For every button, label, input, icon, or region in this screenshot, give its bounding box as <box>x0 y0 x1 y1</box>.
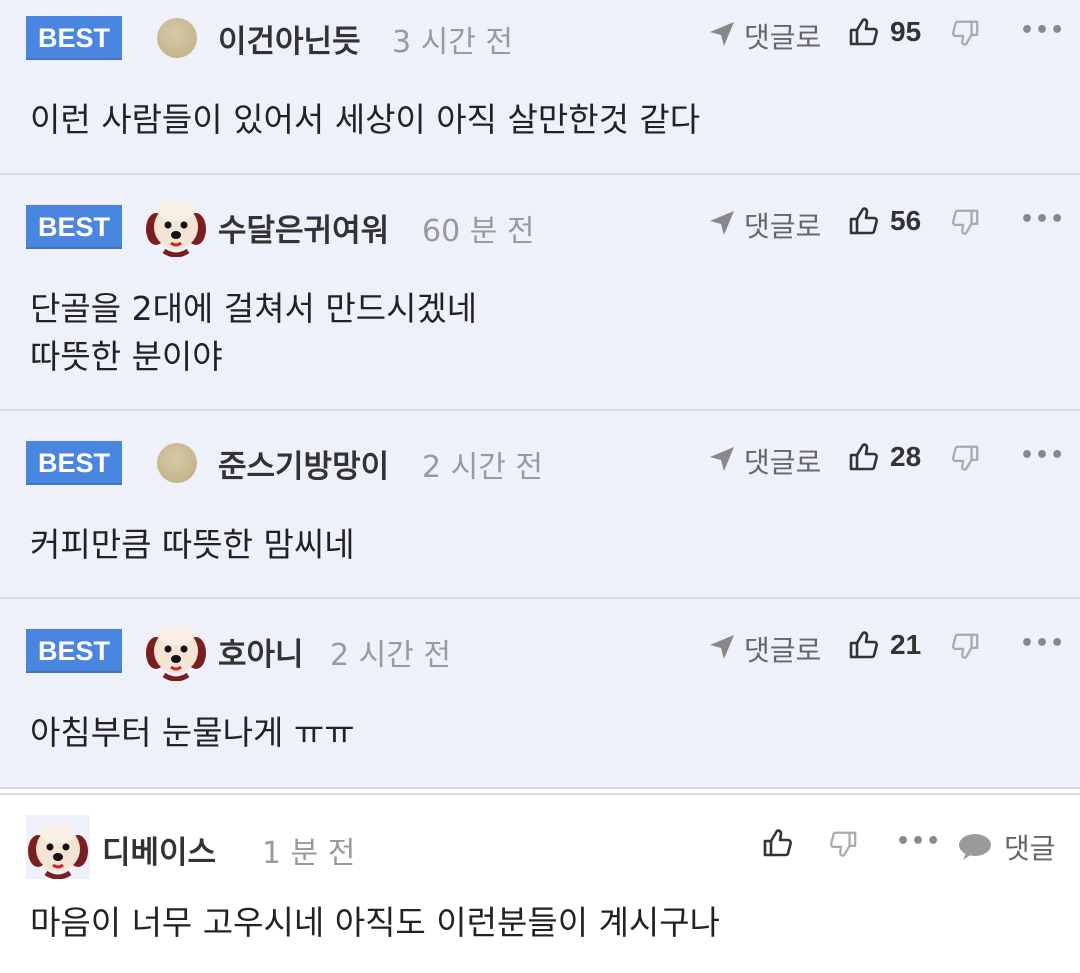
comment-text: 이런 사람들이 있어서 세상이 아직 살만한것 같다 <box>30 96 700 144</box>
arrow-reply-icon <box>708 445 736 473</box>
more-dots-icon[interactable]: ••• <box>1020 207 1065 232</box>
reply-label: 댓글로 <box>744 21 822 54</box>
dislike-button[interactable] <box>950 443 980 477</box>
reply-label: 댓글로 <box>744 210 822 243</box>
thumbs-up-icon <box>848 16 880 48</box>
comment-time: 3 시간 전 <box>392 25 513 60</box>
like-count: 21 <box>890 629 922 660</box>
comment-text: 아침부터 눈물나게 ㅠㅠ <box>30 709 355 757</box>
thumbs-up-icon <box>848 205 880 237</box>
more-dots-icon[interactable]: ••• <box>1020 443 1065 468</box>
best-comment: BEST 수달은귀여워 60 분 전 댓글로 56 ••• 단골을 2대에 걸쳐… <box>0 175 1080 411</box>
thumbs-down-icon <box>950 18 980 48</box>
avatar[interactable] <box>157 18 197 58</box>
avatar[interactable] <box>157 443 197 483</box>
like-count: 95 <box>890 16 922 47</box>
speech-bubble-icon <box>959 834 991 860</box>
thumbs-up-icon <box>848 441 880 473</box>
thumbs-down-icon <box>950 631 980 661</box>
comment-time: 60 분 전 <box>422 214 535 249</box>
reply-label: 댓글 <box>1004 832 1056 865</box>
dislike-button[interactable] <box>828 829 858 863</box>
dislike-button[interactable] <box>950 18 980 52</box>
comment-line: 커피만큼 따뜻한 맘씨네 <box>30 525 355 564</box>
thumbs-up-icon <box>762 827 794 859</box>
nickname[interactable]: 호아니 <box>218 629 304 674</box>
best-comment: BEST 이건아닌듯 3 시간 전 댓글로 95 ••• 이런 사람들이 있어서… <box>0 0 1080 175</box>
thumbs-down-icon <box>950 443 980 473</box>
best-comment: BEST 호아니 2 시간 전 댓글로 21 ••• 아침부터 눈물나게 ㅠㅠ <box>0 599 1080 789</box>
nickname[interactable]: 수달은귀여워 <box>218 205 389 250</box>
comment-text: 커피만큼 따뜻한 맘씨네 <box>30 521 355 569</box>
comment-line: 따뜻한 분이야 <box>30 337 223 376</box>
comment-text: 마음이 너무 고우시네 아직도 이런분들이 계시구나 <box>30 903 721 942</box>
avatar[interactable] <box>144 617 208 681</box>
avatar[interactable] <box>144 193 208 257</box>
best-badge: BEST <box>26 441 122 485</box>
comment-time: 2 시간 전 <box>422 450 543 485</box>
comment-line: 이런 사람들이 있어서 세상이 아직 살만한것 같다 <box>30 100 701 139</box>
nickname[interactable]: 준스기방망이 <box>218 441 389 486</box>
best-badge: BEST <box>26 205 122 249</box>
dislike-button[interactable] <box>950 207 980 241</box>
reply-label: 댓글로 <box>744 446 822 479</box>
thumbs-down-icon <box>828 829 858 859</box>
more-dots-icon[interactable]: ••• <box>1020 631 1065 656</box>
comment-text: 단골을 2대에 걸쳐서 만드시겠네 따뜻한 분이야 <box>30 285 477 381</box>
like-count: 56 <box>890 205 922 236</box>
arrow-reply-icon <box>708 209 736 237</box>
more-dots-icon[interactable]: ••• <box>1020 18 1065 43</box>
comment-line: 단골을 2대에 걸쳐서 만드시겠네 <box>30 289 478 328</box>
dislike-button[interactable] <box>950 631 980 665</box>
comment-time: 2 시간 전 <box>330 638 451 673</box>
like-button[interactable] <box>762 827 794 863</box>
like-count: 28 <box>890 441 922 472</box>
thumbs-up-icon <box>848 629 880 661</box>
comment-time: 1 분 전 <box>262 836 356 871</box>
comment-line: 아침부터 눈물나게 ㅠㅠ <box>30 713 355 752</box>
more-dots-icon[interactable]: ••• <box>896 829 941 854</box>
best-comment: BEST 준스기방망이 2 시간 전 댓글로 28 ••• 커피만큼 따뜻한 맘… <box>0 411 1080 599</box>
best-badge: BEST <box>26 629 122 673</box>
comment-list: BEST 이건아닌듯 3 시간 전 댓글로 95 ••• 이런 사람들이 있어서… <box>0 0 1080 973</box>
best-badge: BEST <box>26 16 122 60</box>
thumbs-down-icon <box>950 207 980 237</box>
nickname[interactable]: 이건아닌듯 <box>218 16 361 61</box>
reply-label: 댓글로 <box>744 634 822 667</box>
latest-comment: 디베이스 1 분 전 ••• 댓글 마음이 너무 고우시네 아직도 이런분들이 … <box>0 793 1080 973</box>
arrow-reply-icon <box>708 633 736 661</box>
nickname[interactable]: 디베이스 <box>102 827 216 872</box>
avatar[interactable] <box>26 815 90 879</box>
arrow-reply-icon <box>708 20 736 48</box>
